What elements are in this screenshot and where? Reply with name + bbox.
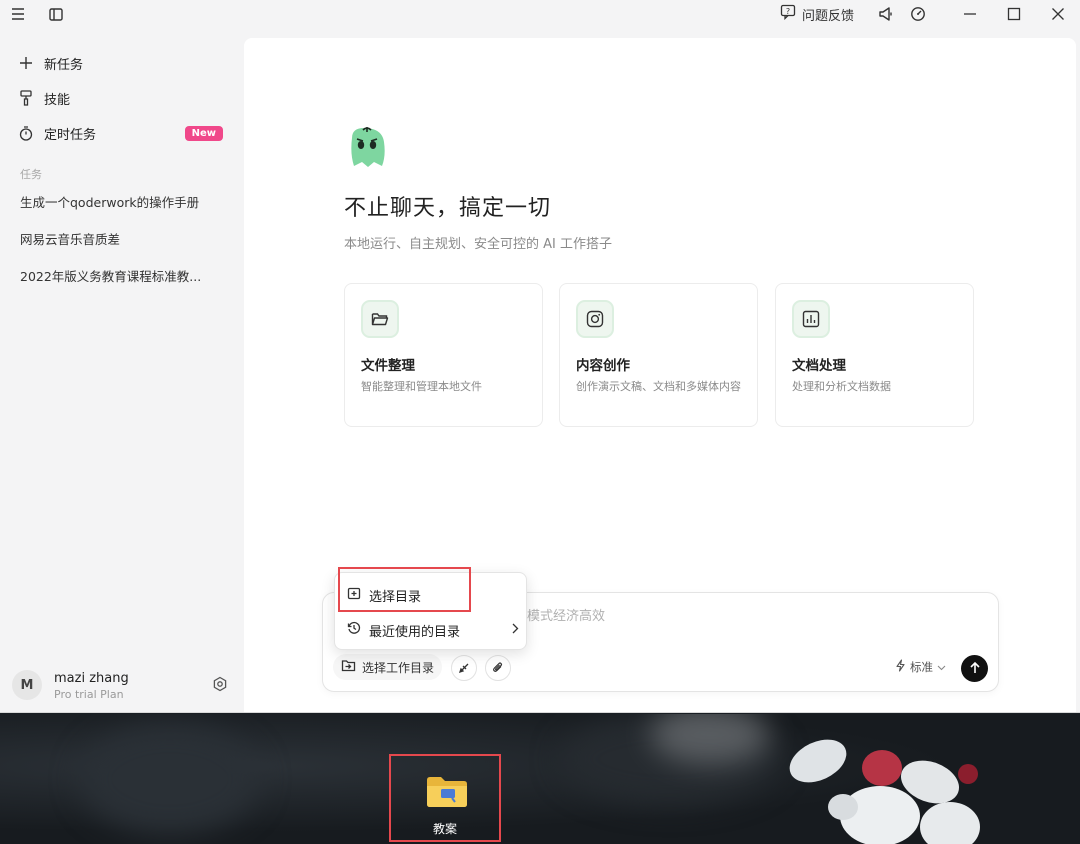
chevron-right-icon bbox=[512, 623, 519, 638]
instagram-icon bbox=[576, 300, 614, 338]
task-item[interactable]: 网易云音乐音质差 bbox=[20, 229, 220, 248]
megaphone-icon[interactable] bbox=[876, 4, 896, 24]
app-logo-icon bbox=[344, 124, 390, 170]
user-name: mazi zhang bbox=[54, 671, 129, 686]
svg-text:?: ? bbox=[786, 7, 790, 16]
menu-item-select-directory[interactable]: 选择目录 bbox=[347, 582, 519, 608]
card-document-processing[interactable]: 文档处理 处理和分析文档数据 bbox=[775, 283, 974, 427]
desktop-folder-label: 教案 bbox=[432, 822, 457, 836]
select-work-dir-button[interactable]: 选择工作目录 bbox=[333, 654, 443, 680]
task-item[interactable]: 生成一个qoderwork的操作手册 bbox=[20, 192, 220, 211]
brush-icon bbox=[18, 90, 34, 106]
desktop-folder-lesson-plans[interactable]: 教案 bbox=[389, 754, 501, 842]
feedback-label: 问题反馈 bbox=[802, 8, 855, 24]
feedback-icon: ? bbox=[780, 4, 796, 24]
task-item[interactable]: 2022年版义务教育课程标准教... bbox=[20, 266, 220, 285]
page-subline: 本地运行、自主规划、安全可控的 AI 工作搭子 bbox=[344, 237, 612, 252]
card-desc: 处理和分析文档数据 bbox=[792, 380, 891, 393]
chevron-down-icon bbox=[937, 660, 946, 674]
timer-icon bbox=[18, 125, 34, 141]
new-badge: New bbox=[184, 125, 223, 141]
card-title: 文档处理 bbox=[792, 358, 846, 374]
chat-input-placeholder[interactable]: 模式经济高效 bbox=[527, 605, 605, 624]
mode-label: 标准 bbox=[910, 660, 933, 674]
title-bar: ? 问题反馈 bbox=[0, 0, 1080, 28]
select-work-dir-label: 选择工作目录 bbox=[362, 660, 435, 675]
chart-icon bbox=[792, 300, 830, 338]
card-title: 文件整理 bbox=[361, 358, 415, 374]
folder-plus-icon bbox=[347, 587, 361, 604]
sidebar-item-new-task[interactable]: 新任务 bbox=[18, 51, 223, 75]
minimize-icon[interactable] bbox=[960, 4, 980, 24]
paperclip-icon bbox=[492, 659, 504, 678]
folder-open-icon bbox=[361, 300, 399, 338]
history-icon bbox=[347, 621, 361, 639]
menu-item-label: 最近使用的目录 bbox=[369, 624, 461, 640]
folder-icon bbox=[426, 776, 468, 808]
feedback-button[interactable]: ? 问题反馈 bbox=[780, 4, 854, 24]
menu-item-label: 选择目录 bbox=[369, 589, 422, 605]
lightning-icon bbox=[895, 659, 906, 675]
card-title: 内容创作 bbox=[576, 358, 630, 374]
card-content-creation[interactable]: 内容创作 创作演示文稿、文档和多媒体内容 bbox=[559, 283, 758, 427]
mode-select[interactable]: 标准 bbox=[895, 659, 946, 675]
skill-pen-button[interactable] bbox=[451, 655, 477, 681]
sidebar-item-scheduled-tasks[interactable]: 定时任务 New bbox=[18, 121, 223, 145]
send-button[interactable] bbox=[961, 655, 988, 682]
close-icon[interactable] bbox=[1048, 4, 1068, 24]
desktop-background: 教案 bbox=[0, 714, 1080, 844]
app-window: ? 问题反馈 新任务 技能 定时任务 New 任务 生成一个qoderwork的… bbox=[0, 0, 1080, 713]
user-profile[interactable]: M mazi zhang Pro trial Plan bbox=[12, 670, 232, 704]
sidebar-toggle-icon[interactable] bbox=[46, 4, 66, 24]
page-headline: 不止聊天，搞定一切 bbox=[344, 196, 552, 221]
plus-icon bbox=[18, 55, 34, 71]
tasks-section-label: 任务 bbox=[20, 168, 42, 181]
sidebar-item-skills[interactable]: 技能 bbox=[18, 86, 223, 110]
folder-enter-icon bbox=[341, 659, 356, 675]
arrow-up-icon bbox=[969, 659, 981, 678]
settings-icon[interactable] bbox=[212, 676, 230, 694]
sidebar-item-label: 新任务 bbox=[44, 57, 84, 73]
pen-icon bbox=[458, 659, 470, 678]
sidebar-item-label: 技能 bbox=[44, 92, 71, 108]
attach-button[interactable] bbox=[485, 655, 511, 681]
avatar: M bbox=[12, 670, 42, 700]
card-file-organize[interactable]: 文件整理 智能整理和管理本地文件 bbox=[344, 283, 543, 427]
sidebar: 新任务 技能 定时任务 New 任务 生成一个qoderwork的操作手册 网易… bbox=[0, 38, 243, 712]
menu-item-recent-directories[interactable]: 最近使用的目录 bbox=[347, 617, 519, 643]
menu-icon[interactable] bbox=[8, 4, 28, 24]
card-desc: 智能整理和管理本地文件 bbox=[361, 380, 482, 393]
user-plan: Pro trial Plan bbox=[54, 688, 124, 701]
sidebar-item-label: 定时任务 bbox=[44, 127, 97, 143]
directory-menu: 选择目录 最近使用的目录 bbox=[334, 572, 527, 650]
maximize-icon[interactable] bbox=[1004, 4, 1024, 24]
card-desc: 创作演示文稿、文档和多媒体内容 bbox=[576, 380, 741, 393]
gauge-icon[interactable] bbox=[908, 4, 928, 24]
